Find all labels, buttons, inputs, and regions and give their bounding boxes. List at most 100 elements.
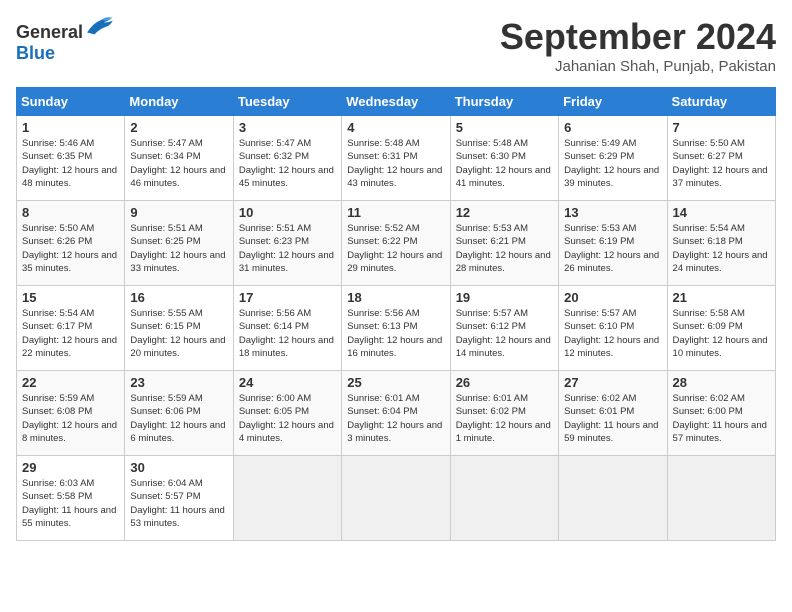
day-info: Sunrise: 5:49 AMSunset: 6:29 PMDaylight:… [564,138,659,189]
logo-text: General Blue [16,16,113,64]
table-row [233,456,341,541]
day-number: 29 [22,460,119,475]
table-row: 3 Sunrise: 5:47 AMSunset: 6:32 PMDayligh… [233,116,341,201]
day-number: 28 [673,375,770,390]
day-number: 17 [239,290,336,305]
day-number: 24 [239,375,336,390]
day-info: Sunrise: 5:59 AMSunset: 6:06 PMDaylight:… [130,393,225,444]
day-info: Sunrise: 5:52 AMSunset: 6:22 PMDaylight:… [347,223,442,274]
day-info: Sunrise: 6:01 AMSunset: 6:02 PMDaylight:… [456,393,551,444]
day-number: 26 [456,375,553,390]
col-tuesday: Tuesday [233,88,341,116]
day-number: 16 [130,290,227,305]
day-info: Sunrise: 6:02 AMSunset: 6:00 PMDaylight:… [673,393,767,444]
table-row [667,456,775,541]
table-row: 12 Sunrise: 5:53 AMSunset: 6:21 PMDaylig… [450,201,558,286]
table-row: 29 Sunrise: 6:03 AMSunset: 5:58 PMDaylig… [17,456,125,541]
day-info: Sunrise: 6:04 AMSunset: 5:57 PMDaylight:… [130,478,224,529]
table-row: 11 Sunrise: 5:52 AMSunset: 6:22 PMDaylig… [342,201,450,286]
day-info: Sunrise: 6:00 AMSunset: 6:05 PMDaylight:… [239,393,334,444]
table-row: 4 Sunrise: 5:48 AMSunset: 6:31 PMDayligh… [342,116,450,201]
day-number: 8 [22,205,119,220]
day-info: Sunrise: 5:53 AMSunset: 6:21 PMDaylight:… [456,223,551,274]
table-row: 23 Sunrise: 5:59 AMSunset: 6:06 PMDaylig… [125,371,233,456]
table-row: 6 Sunrise: 5:49 AMSunset: 6:29 PMDayligh… [559,116,667,201]
table-row: 10 Sunrise: 5:51 AMSunset: 6:23 PMDaylig… [233,201,341,286]
day-number: 7 [673,120,770,135]
day-number: 5 [456,120,553,135]
table-row: 14 Sunrise: 5:54 AMSunset: 6:18 PMDaylig… [667,201,775,286]
day-info: Sunrise: 5:50 AMSunset: 6:27 PMDaylight:… [673,138,768,189]
day-number: 27 [564,375,661,390]
logo: General Blue [16,16,113,64]
day-number: 30 [130,460,227,475]
table-row: 7 Sunrise: 5:50 AMSunset: 6:27 PMDayligh… [667,116,775,201]
day-number: 21 [673,290,770,305]
table-row: 8 Sunrise: 5:50 AMSunset: 6:26 PMDayligh… [17,201,125,286]
table-row: 1 Sunrise: 5:46 AMSunset: 6:35 PMDayligh… [17,116,125,201]
title-section: September 2024 Jahanian Shah, Punjab, Pa… [500,16,776,75]
table-row: 15 Sunrise: 5:54 AMSunset: 6:17 PMDaylig… [17,286,125,371]
table-row: 27 Sunrise: 6:02 AMSunset: 6:01 PMDaylig… [559,371,667,456]
header: General Blue September 2024 Jahanian Sha… [16,16,776,75]
col-monday: Monday [125,88,233,116]
day-info: Sunrise: 5:48 AMSunset: 6:30 PMDaylight:… [456,138,551,189]
day-info: Sunrise: 5:54 AMSunset: 6:17 PMDaylight:… [22,308,117,359]
day-info: Sunrise: 5:55 AMSunset: 6:15 PMDaylight:… [130,308,225,359]
logo-blue: Blue [16,43,55,63]
table-row: 5 Sunrise: 5:48 AMSunset: 6:30 PMDayligh… [450,116,558,201]
table-row: 30 Sunrise: 6:04 AMSunset: 5:57 PMDaylig… [125,456,233,541]
header-row: Sunday Monday Tuesday Wednesday Thursday… [17,88,776,116]
col-friday: Friday [559,88,667,116]
day-info: Sunrise: 5:59 AMSunset: 6:08 PMDaylight:… [22,393,117,444]
day-info: Sunrise: 5:50 AMSunset: 6:26 PMDaylight:… [22,223,117,274]
day-number: 6 [564,120,661,135]
day-number: 10 [239,205,336,220]
table-row: 25 Sunrise: 6:01 AMSunset: 6:04 PMDaylig… [342,371,450,456]
table-row: 19 Sunrise: 5:57 AMSunset: 6:12 PMDaylig… [450,286,558,371]
day-number: 2 [130,120,227,135]
day-number: 1 [22,120,119,135]
table-row: 2 Sunrise: 5:47 AMSunset: 6:34 PMDayligh… [125,116,233,201]
col-saturday: Saturday [667,88,775,116]
table-row: 21 Sunrise: 5:58 AMSunset: 6:09 PMDaylig… [667,286,775,371]
day-number: 14 [673,205,770,220]
day-info: Sunrise: 5:48 AMSunset: 6:31 PMDaylight:… [347,138,442,189]
day-number: 25 [347,375,444,390]
day-info: Sunrise: 5:56 AMSunset: 6:14 PMDaylight:… [239,308,334,359]
day-info: Sunrise: 5:53 AMSunset: 6:19 PMDaylight:… [564,223,659,274]
table-row: 13 Sunrise: 5:53 AMSunset: 6:19 PMDaylig… [559,201,667,286]
day-number: 4 [347,120,444,135]
table-row: 28 Sunrise: 6:02 AMSunset: 6:00 PMDaylig… [667,371,775,456]
day-info: Sunrise: 5:54 AMSunset: 6:18 PMDaylight:… [673,223,768,274]
logo-general: General [16,22,83,42]
location-subtitle: Jahanian Shah, Punjab, Pakistan [500,58,776,75]
calendar-week-2: 8 Sunrise: 5:50 AMSunset: 6:26 PMDayligh… [17,201,776,286]
logo-bird-icon [85,16,113,38]
day-info: Sunrise: 5:47 AMSunset: 6:34 PMDaylight:… [130,138,225,189]
day-number: 13 [564,205,661,220]
calendar-table: Sunday Monday Tuesday Wednesday Thursday… [16,87,776,541]
day-number: 11 [347,205,444,220]
table-row [450,456,558,541]
day-info: Sunrise: 5:51 AMSunset: 6:25 PMDaylight:… [130,223,225,274]
day-number: 22 [22,375,119,390]
day-number: 15 [22,290,119,305]
day-number: 12 [456,205,553,220]
table-row: 18 Sunrise: 5:56 AMSunset: 6:13 PMDaylig… [342,286,450,371]
table-row: 20 Sunrise: 5:57 AMSunset: 6:10 PMDaylig… [559,286,667,371]
month-title: September 2024 [500,16,776,58]
col-wednesday: Wednesday [342,88,450,116]
table-row [559,456,667,541]
day-number: 20 [564,290,661,305]
table-row: 22 Sunrise: 5:59 AMSunset: 6:08 PMDaylig… [17,371,125,456]
day-number: 18 [347,290,444,305]
calendar-week-4: 22 Sunrise: 5:59 AMSunset: 6:08 PMDaylig… [17,371,776,456]
table-row: 24 Sunrise: 6:00 AMSunset: 6:05 PMDaylig… [233,371,341,456]
table-row: 9 Sunrise: 5:51 AMSunset: 6:25 PMDayligh… [125,201,233,286]
day-number: 9 [130,205,227,220]
calendar-week-1: 1 Sunrise: 5:46 AMSunset: 6:35 PMDayligh… [17,116,776,201]
day-info: Sunrise: 5:57 AMSunset: 6:12 PMDaylight:… [456,308,551,359]
day-info: Sunrise: 5:51 AMSunset: 6:23 PMDaylight:… [239,223,334,274]
col-sunday: Sunday [17,88,125,116]
